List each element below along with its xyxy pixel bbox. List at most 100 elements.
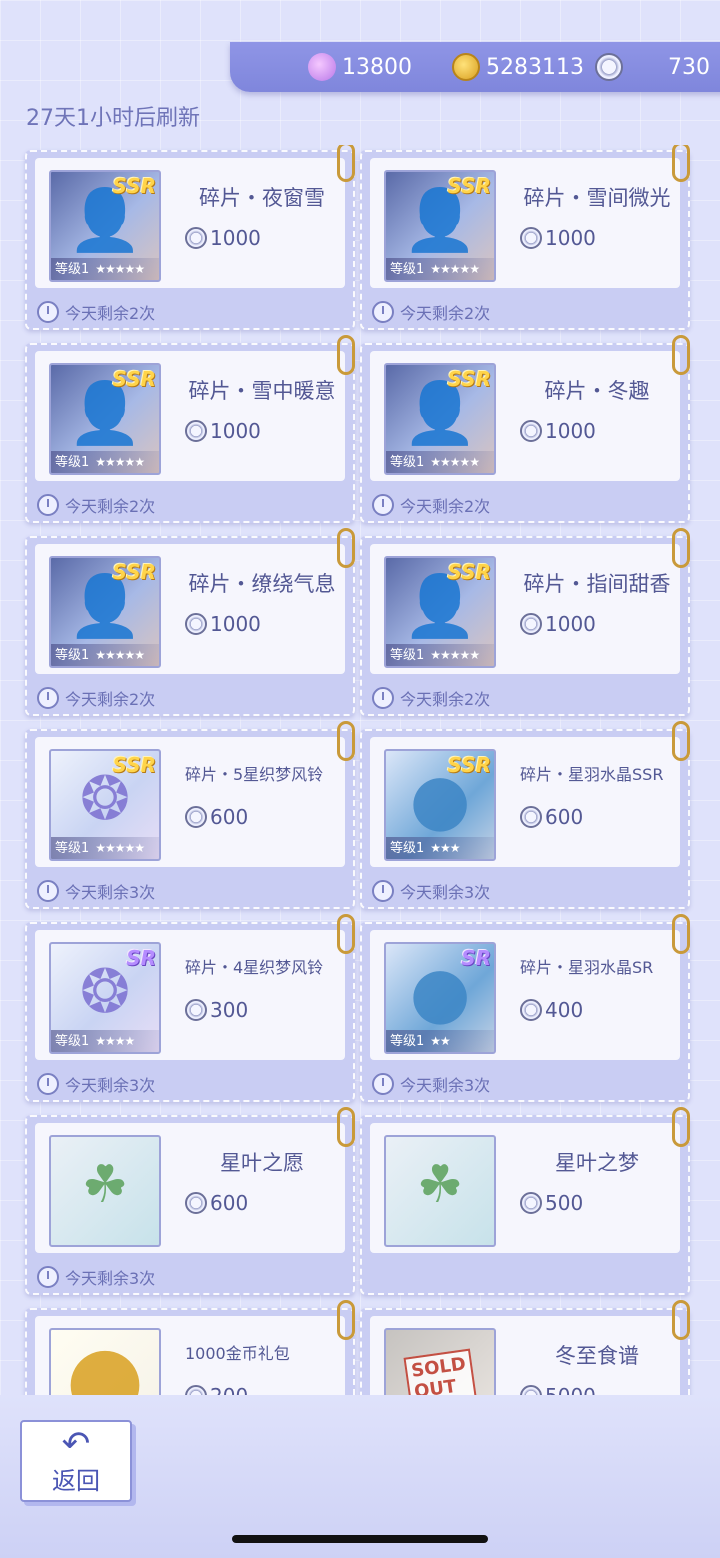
- card-body: ● 1000金币礼包 200: [35, 1316, 345, 1395]
- item-art-icon: SOLD OUT: [403, 1348, 477, 1395]
- rarity-badge: SR: [461, 946, 491, 970]
- card-body: ☘ 星叶之梦 500: [370, 1123, 680, 1253]
- clock-icon: [37, 880, 59, 902]
- item-thumbnail[interactable]: 👤 SSR 等级1 ★★★★★: [384, 363, 496, 475]
- level-strip: 等级1 ★★★★★: [51, 258, 159, 280]
- clock-icon: [372, 687, 394, 709]
- star-rating: ★★★★★: [95, 262, 145, 276]
- shop-card[interactable]: 👤 SSR 等级1 ★★★★★ 碎片・雪间微光 1000 今天剩余2次: [360, 145, 690, 330]
- item-art-icon: ☘: [416, 1154, 464, 1215]
- clock-icon: [372, 494, 394, 516]
- card-body: ❂ SSR 等级1 ★★★★★ 碎片・5星织梦风铃 600: [35, 737, 345, 867]
- price-value: 1000: [210, 226, 261, 250]
- shop-card[interactable]: 👤 SSR 等级1 ★★★★★ 碎片・指间甜香 1000 今天剩余2次: [360, 528, 690, 716]
- item-thumbnail[interactable]: 👤 SSR 等级1 ★★★★★: [384, 556, 496, 668]
- card-body: 👤 SSR 等级1 ★★★★★ 碎片・雪中暖意 1000: [35, 351, 345, 481]
- item-thumbnail[interactable]: ☘: [49, 1135, 161, 1247]
- item-art-icon: ☘: [81, 1154, 129, 1215]
- item-art-icon: ❂: [79, 956, 131, 1027]
- shop-card[interactable]: ● SR 等级1 ★★ 碎片・星羽水晶SR 400 今天剩余3次: [360, 914, 690, 1102]
- level-label: 等级1: [390, 841, 425, 856]
- item-price: 600: [185, 805, 248, 829]
- price-value: 200: [210, 1384, 248, 1395]
- price-value: 5000: [545, 1384, 596, 1395]
- swan-currency[interactable]: 13800: [308, 52, 412, 82]
- item-thumbnail[interactable]: ❂ SSR 等级1 ★★★★★: [49, 749, 161, 861]
- daily-remaining: 今天剩余2次: [372, 686, 490, 710]
- remaining-text: 今天剩余3次: [65, 883, 156, 902]
- level-label: 等级1: [390, 262, 425, 277]
- paperclip-icon: [672, 1300, 690, 1340]
- item-thumbnail[interactable]: ● SSR 等级1 ★★★: [384, 749, 496, 861]
- item-thumbnail[interactable]: SOLD OUT: [384, 1328, 496, 1395]
- item-art-icon: ●: [65, 1328, 145, 1395]
- clock-icon: [37, 687, 59, 709]
- shop-card[interactable]: ❂ SR 等级1 ★★★★ 碎片・4星织梦风铃 300 今天剩余3次: [25, 914, 355, 1102]
- item-price: 5000: [520, 1384, 596, 1395]
- shop-card[interactable]: ● SSR 等级1 ★★★ 碎片・星羽水晶SSR 600 今天剩余3次: [360, 721, 690, 909]
- shop-card[interactable]: 👤 SSR 等级1 ★★★★★ 碎片・冬趣 1000 今天剩余2次: [360, 335, 690, 523]
- star-rating: ★★★: [430, 841, 460, 855]
- clock-icon: [372, 301, 394, 323]
- compass-icon: [520, 999, 542, 1021]
- shop-card[interactable]: SOLD OUT 冬至食谱 5000: [360, 1300, 690, 1395]
- price-value: 1000: [210, 612, 261, 636]
- card-body: ● SSR 等级1 ★★★ 碎片・星羽水晶SSR 600: [370, 737, 680, 867]
- shop-card[interactable]: ● 1000金币礼包 200: [25, 1300, 355, 1395]
- coin-icon: [452, 53, 480, 81]
- shop-card[interactable]: ❂ SSR 等级1 ★★★★★ 碎片・5星织梦风铃 600 今天剩余3次: [25, 721, 355, 909]
- remaining-text: 今天剩余2次: [65, 304, 156, 323]
- card-body: SOLD OUT 冬至食谱 5000: [370, 1316, 680, 1395]
- item-thumbnail[interactable]: 👤 SSR 等级1 ★★★★★: [384, 170, 496, 282]
- item-thumbnail[interactable]: 👤 SSR 等级1 ★★★★★: [49, 556, 161, 668]
- currency-bar: 13800 5283113 730: [230, 42, 720, 92]
- back-button[interactable]: ↶ 返回: [20, 1420, 132, 1502]
- rarity-badge: SSR: [112, 367, 157, 391]
- shop-list[interactable]: 👤 SSR 等级1 ★★★★★ 碎片・夜窗雪 1000 今天剩余2次 👤 SSR 等级1 ★★★★★…: [0, 145, 720, 1395]
- level-label: 等级1: [55, 648, 90, 663]
- item-thumbnail[interactable]: ❂ SR 等级1 ★★★★: [49, 942, 161, 1054]
- daily-remaining: 今天剩余3次: [372, 879, 490, 903]
- item-thumbnail[interactable]: ● SR 等级1 ★★: [384, 942, 496, 1054]
- level-label: 等级1: [390, 1034, 425, 1049]
- star-rating: ★★★★: [95, 1034, 135, 1048]
- coin-currency[interactable]: 5283113: [452, 52, 584, 82]
- item-thumbnail[interactable]: ●: [49, 1328, 161, 1395]
- level-label: 等级1: [55, 841, 90, 856]
- level-label: 等级1: [390, 648, 425, 663]
- remaining-text: 今天剩余2次: [65, 497, 156, 516]
- compass-icon: [185, 1192, 207, 1214]
- star-rating: ★★: [430, 1034, 450, 1048]
- shop-card[interactable]: 👤 SSR 等级1 ★★★★★ 碎片・缭绕气息 1000 今天剩余2次: [25, 528, 355, 716]
- compass-icon: [520, 420, 542, 442]
- daily-remaining: 今天剩余2次: [37, 493, 155, 517]
- paperclip-icon: [672, 1107, 690, 1147]
- item-title: 碎片・星羽水晶SR: [520, 958, 654, 977]
- item-thumbnail[interactable]: ☘: [384, 1135, 496, 1247]
- daily-remaining: 今天剩余2次: [372, 493, 490, 517]
- shop-card[interactable]: ☘ 星叶之愿 600 今天剩余3次: [25, 1107, 355, 1295]
- price-value: 1000: [545, 419, 596, 443]
- level-label: 等级1: [55, 1034, 90, 1049]
- rarity-badge: SSR: [447, 174, 492, 198]
- item-thumbnail[interactable]: 👤 SSR 等级1 ★★★★★: [49, 363, 161, 475]
- rarity-badge: SSR: [447, 560, 492, 584]
- level-strip: 等级1 ★★★★★: [386, 258, 494, 280]
- compass-icon: [595, 53, 623, 81]
- item-price: 600: [185, 1191, 248, 1215]
- price-value: 400: [545, 998, 584, 1022]
- daily-remaining: 今天剩余3次: [37, 879, 155, 903]
- remaining-text: 今天剩余2次: [65, 690, 156, 709]
- level-strip: 等级1 ★★★★: [51, 1030, 159, 1052]
- compass-currency[interactable]: 730: [595, 52, 710, 82]
- card-body: 👤 SSR 等级1 ★★★★★ 碎片・指间甜香 1000: [370, 544, 680, 674]
- daily-remaining: 今天剩余2次: [37, 686, 155, 710]
- item-title: 碎片・4星织梦风铃: [185, 958, 324, 977]
- item-title: 1000金币礼包: [185, 1344, 290, 1363]
- clock-icon: [37, 301, 59, 323]
- shop-card[interactable]: 👤 SSR 等级1 ★★★★★ 碎片・雪中暖意 1000 今天剩余2次: [25, 335, 355, 523]
- shop-card[interactable]: ☘ 星叶之梦 500: [360, 1107, 690, 1295]
- shop-card[interactable]: 👤 SSR 等级1 ★★★★★ 碎片・夜窗雪 1000 今天剩余2次: [25, 145, 355, 330]
- compass-icon: [185, 420, 207, 442]
- item-thumbnail[interactable]: 👤 SSR 等级1 ★★★★★: [49, 170, 161, 282]
